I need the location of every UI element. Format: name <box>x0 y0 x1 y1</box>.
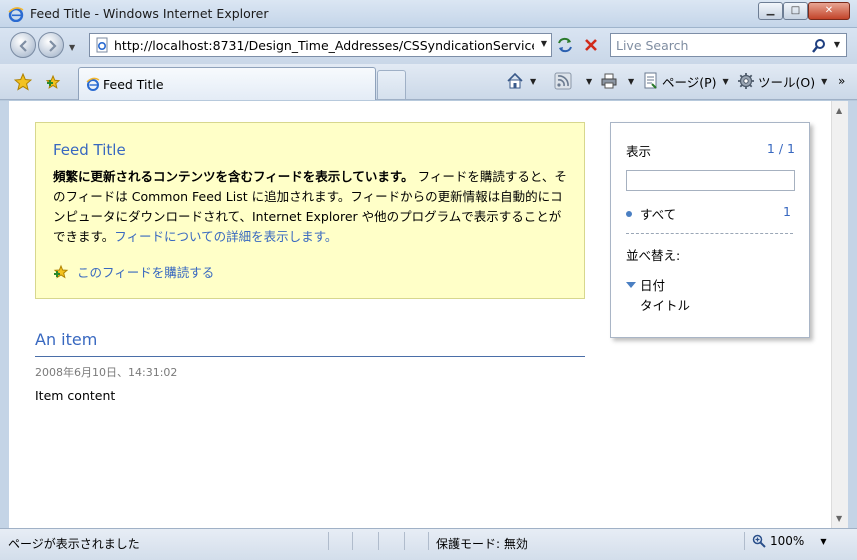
feed-details-link[interactable]: フィードについての詳細を表示します。 <box>114 229 337 244</box>
minimize-icon: ▁ <box>766 5 775 16</box>
stop-icon[interactable] <box>582 36 600 54</box>
back-button[interactable] <box>10 32 36 58</box>
item-title-link[interactable]: An item <box>35 330 97 349</box>
forward-button[interactable] <box>38 32 64 58</box>
home-dropdown-icon[interactable]: ▼ <box>530 77 536 86</box>
category-all-count: 1 <box>783 204 791 219</box>
vertical-scrollbar[interactable]: ▲ ▼ <box>831 101 848 528</box>
feed-description: 頻繁に更新されるコンテンツを含むフィードを表示しています。 フィードを購読すると… <box>53 167 573 247</box>
status-bar: ページが表示されました 保護モード: 無効 100% ▼ <box>0 528 857 560</box>
feed-title: Feed Title <box>53 141 126 159</box>
category-all-label: すべて <box>640 207 677 222</box>
address-dropdown-icon[interactable]: ▼ <box>541 39 547 48</box>
window-title: Feed Title - Windows Internet Explorer <box>30 6 269 21</box>
panel-divider <box>626 233 793 234</box>
maximize-button[interactable]: □ <box>783 2 808 20</box>
scroll-down-icon[interactable]: ▼ <box>836 514 842 523</box>
status-separator <box>378 532 379 550</box>
category-all[interactable]: すべて <box>626 204 676 223</box>
feeds-button[interactable]: ▼ <box>554 71 592 91</box>
filter-panel: 表示 1 / 1 すべて 1 並べ替え: 日付 タイトル <box>610 122 810 338</box>
new-tab-button[interactable] <box>377 70 406 99</box>
sort-by-title[interactable]: タイトル <box>640 295 690 314</box>
panel-show-label: 表示 <box>626 144 652 159</box>
page-icon <box>96 37 108 53</box>
print-button[interactable]: ▼ <box>600 71 634 91</box>
add-favorite-icon[interactable] <box>44 73 62 91</box>
title-bar: Feed Title - Windows Internet Explorer ▁… <box>0 0 857 28</box>
page-content: Feed Title 頻繁に更新されるコンテンツを含むフィードを表示しています。… <box>9 101 831 528</box>
page-menu-icon <box>644 72 657 89</box>
recent-pages-dropdown-icon[interactable]: ▼ <box>69 43 75 52</box>
tab-feed-title[interactable]: Feed Title <box>78 67 376 100</box>
home-button[interactable]: ▼ <box>506 71 536 91</box>
subscribe-feed-icon <box>53 264 69 278</box>
item-date: 2008年6月10日、14:31:02 <box>35 366 178 379</box>
protected-mode-status[interactable]: 保護モード: 無効 <box>436 535 528 552</box>
ie-page-icon <box>86 77 100 91</box>
item-content: Item content <box>35 388 116 403</box>
tools-menu-label: ツール(O) <box>758 74 816 90</box>
maximize-icon: □ <box>790 5 801 16</box>
panel-item-count: 1 / 1 <box>766 141 795 156</box>
sort-date-label: 日付 <box>640 278 666 293</box>
search-options-dropdown-icon[interactable]: ▼ <box>834 40 840 49</box>
zoom-control[interactable]: 100% ▼ <box>752 534 826 548</box>
search-icon[interactable] <box>811 38 827 54</box>
window-frame-right <box>848 101 857 528</box>
status-separator <box>404 532 405 550</box>
favorites-star-icon[interactable] <box>14 73 32 91</box>
feeds-dropdown-icon[interactable]: ▼ <box>586 77 592 86</box>
gear-icon <box>738 73 754 89</box>
back-arrow-icon <box>19 40 27 52</box>
subscribe-link[interactable]: このフィードを購読する <box>53 262 214 281</box>
zoom-level: 100% <box>770 534 805 548</box>
navigation-bar: ▼ ▼ ▼ <box>0 28 857 64</box>
tools-menu[interactable]: ツール(O) ▼ <box>737 71 827 91</box>
address-input[interactable] <box>114 37 534 54</box>
status-text: ページが表示されました <box>8 537 140 551</box>
bullet-icon <box>626 210 632 217</box>
sort-label: 並べ替え: <box>626 248 681 263</box>
zoom-dropdown-icon[interactable]: ▼ <box>820 537 826 546</box>
page-menu-dropdown-icon[interactable]: ▼ <box>723 77 729 86</box>
status-separator <box>352 532 353 550</box>
sort-by-date[interactable]: 日付 <box>626 275 665 294</box>
status-separator <box>428 532 429 550</box>
refresh-icon[interactable] <box>556 36 574 54</box>
home-icon <box>507 72 523 89</box>
feed-description-bold: 頻繁に更新されるコンテンツを含むフィードを表示しています。 <box>53 169 414 184</box>
item-divider <box>35 356 585 357</box>
page-menu-label: ページ(P) <box>662 74 717 90</box>
filter-input[interactable] <box>626 170 795 191</box>
print-icon <box>601 73 617 89</box>
zoom-magnifier-icon <box>752 534 766 548</box>
tools-menu-dropdown-icon[interactable]: ▼ <box>821 77 827 86</box>
scroll-up-icon[interactable]: ▲ <box>836 106 842 115</box>
rss-feed-icon <box>554 72 572 90</box>
minimize-button[interactable]: ▁ <box>758 2 783 20</box>
page-menu[interactable]: ページ(P) ▼ <box>643 71 729 91</box>
forward-arrow-icon <box>49 40 57 52</box>
feed-info-box: Feed Title 頻繁に更新されるコンテンツを含むフィードを表示しています。… <box>35 122 585 299</box>
ie-logo-icon <box>8 7 24 22</box>
tab-label: Feed Title <box>103 77 164 92</box>
close-button[interactable]: ✕ <box>808 2 850 20</box>
window-frame-left <box>0 101 9 528</box>
toolbar-overflow-icon[interactable]: » <box>838 71 845 91</box>
search-input[interactable] <box>616 37 806 54</box>
close-icon: ✕ <box>824 5 834 16</box>
sort-descending-icon <box>626 281 636 288</box>
address-bar: ▼ <box>89 33 552 57</box>
tab-bar: Feed Title ▼ ▼ ▼ ページ(P) ▼ ツール(O) ▼ » <box>0 64 857 100</box>
status-separator <box>328 532 329 550</box>
print-dropdown-icon[interactable]: ▼ <box>628 77 634 86</box>
search-box: ▼ <box>610 33 847 57</box>
subscribe-label: このフィードを購読する <box>77 265 215 280</box>
status-separator <box>744 532 745 550</box>
